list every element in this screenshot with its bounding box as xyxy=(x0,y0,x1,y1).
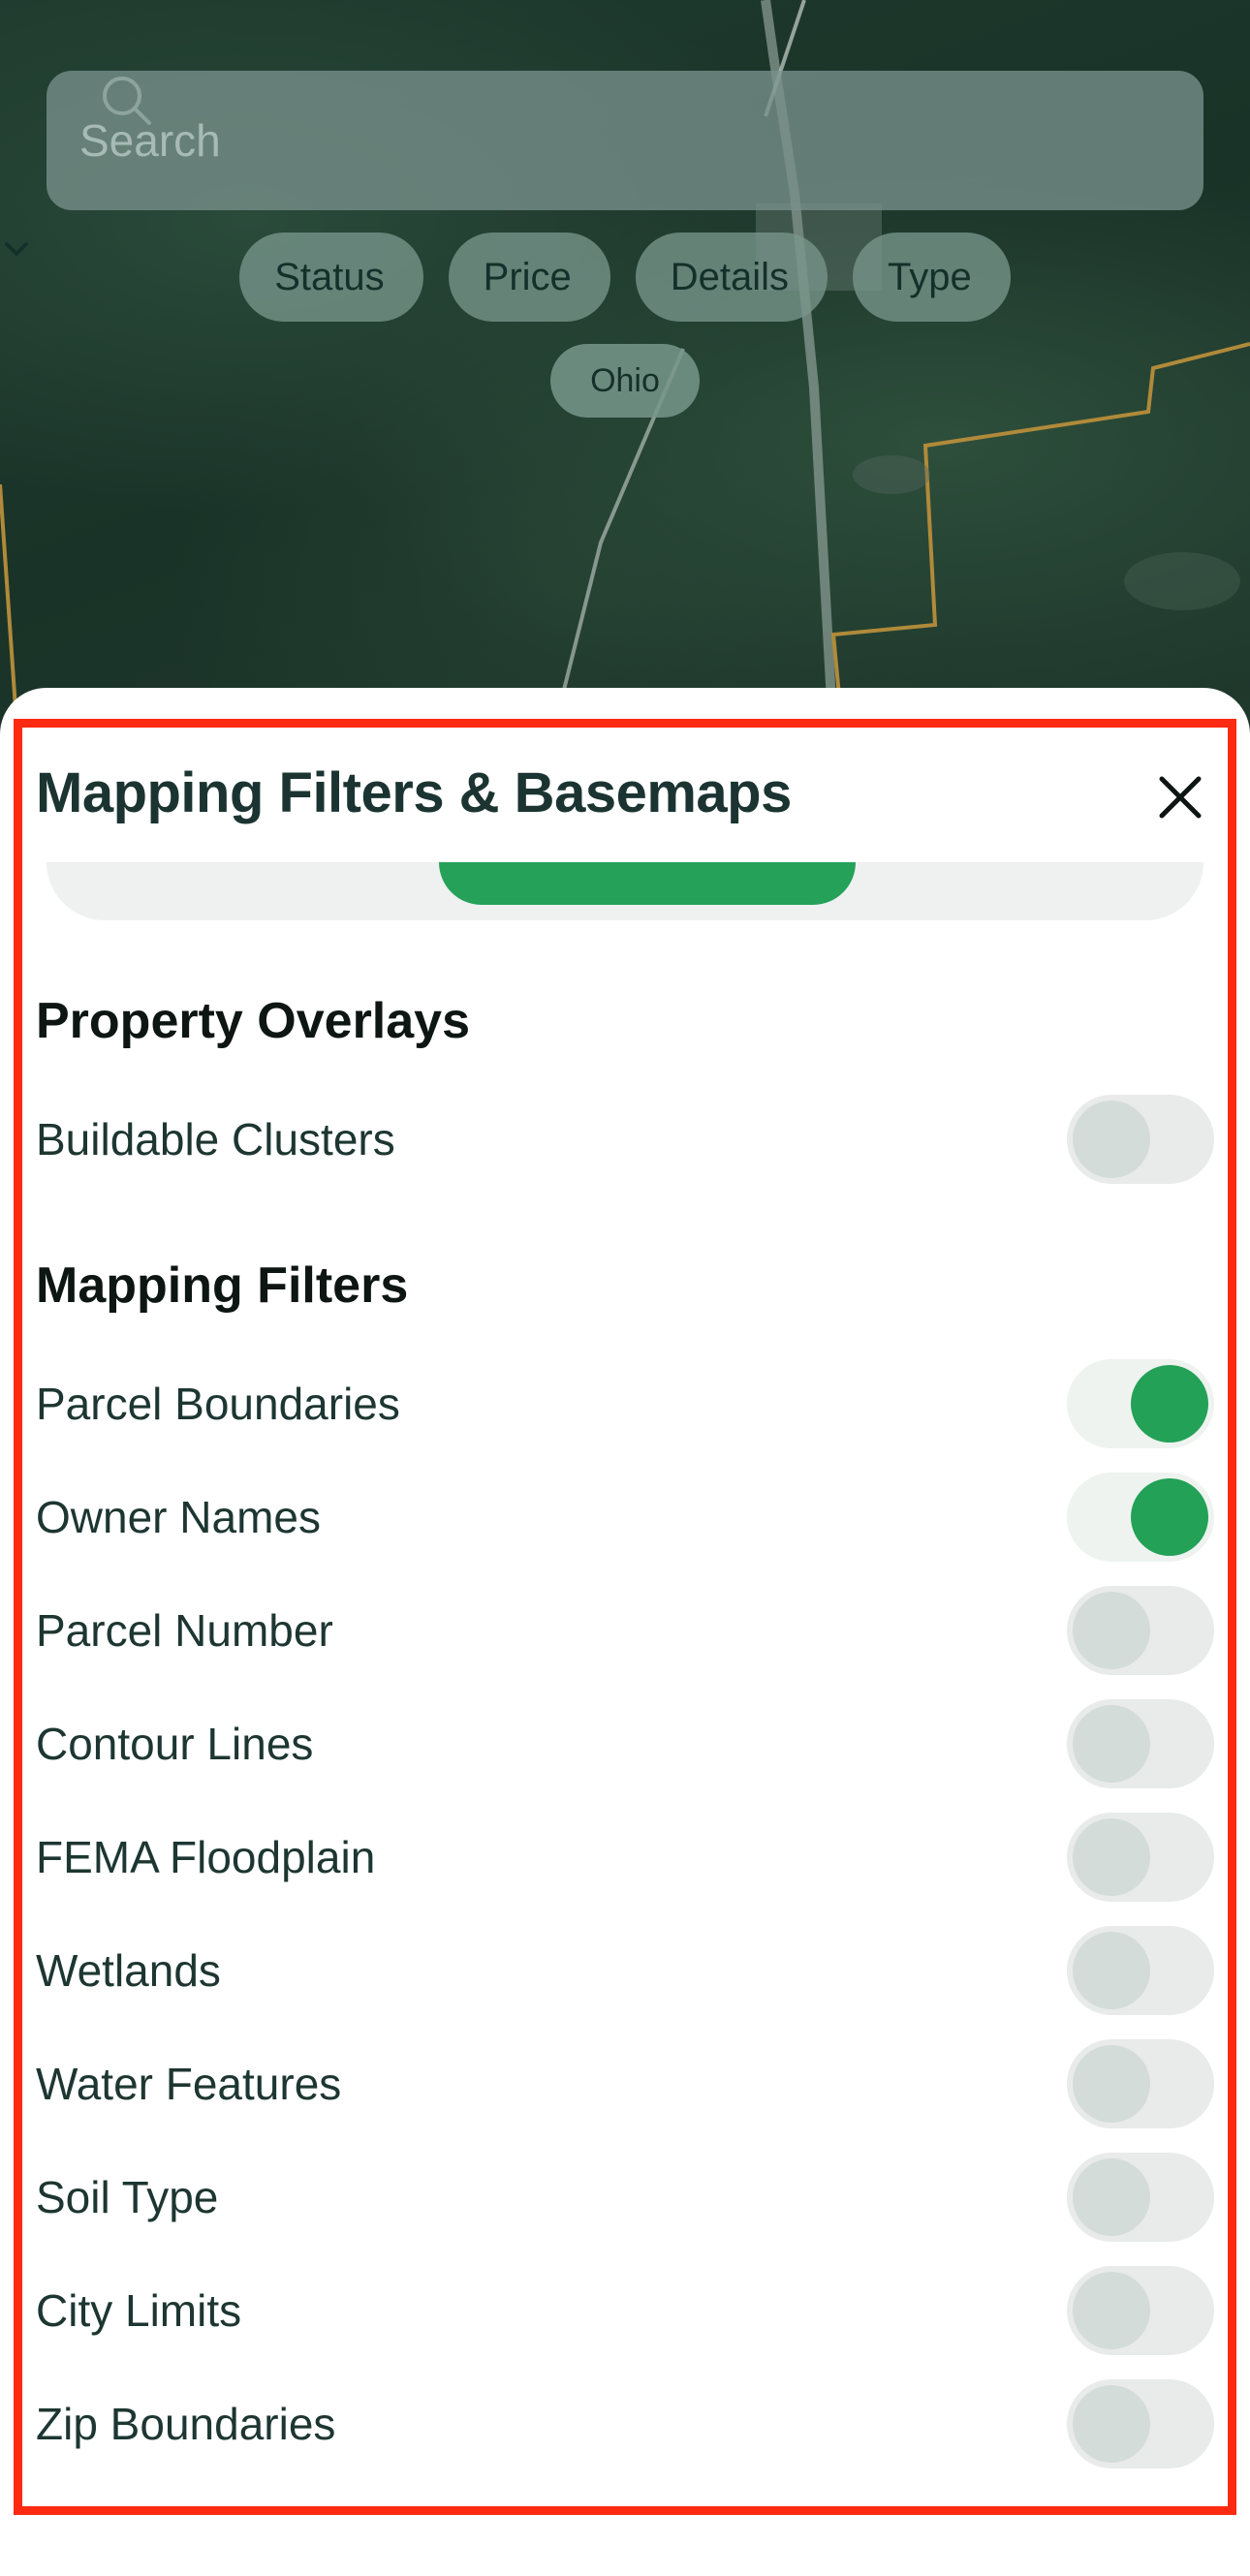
region-chip-label: Ohio xyxy=(590,361,660,399)
basemap-segmented-control[interactable] xyxy=(47,862,1203,920)
sheet-title: Mapping Filters & Basemaps xyxy=(36,761,792,824)
filter-row-owner-names: Owner Names xyxy=(36,1471,1214,1564)
map-view[interactable]: Status Price Details Type Ohio xyxy=(0,0,1250,736)
owner-names-toggle[interactable] xyxy=(1067,1473,1214,1562)
zip-boundaries-toggle[interactable] xyxy=(1067,2379,1214,2468)
parcel-number-toggle[interactable] xyxy=(1067,1586,1214,1675)
toggle-knob xyxy=(1073,1592,1150,1669)
search-input[interactable] xyxy=(78,113,1050,168)
toggle-knob xyxy=(1073,1818,1150,1896)
wetlands-toggle[interactable] xyxy=(1067,1926,1214,2015)
filter-row-water-features: Water Features xyxy=(36,2037,1214,2130)
close-icon xyxy=(1159,776,1202,819)
row-label: Parcel Boundaries xyxy=(36,1379,400,1429)
mapping-filters-heading: Mapping Filters xyxy=(36,1257,409,1314)
chevron-down-icon xyxy=(5,242,28,256)
toggle-knob xyxy=(1131,1365,1208,1443)
search-icon xyxy=(103,77,151,125)
row-label: Wetlands xyxy=(36,1945,221,1996)
price-filter-chip[interactable]: Price xyxy=(5,233,610,322)
toggle-knob xyxy=(1073,2045,1150,2123)
row-label: Parcel Number xyxy=(36,1605,333,1656)
water-features-toggle[interactable] xyxy=(1067,2039,1214,2128)
chip-label: Details xyxy=(670,255,790,298)
filter-row-wetlands: Wetlands xyxy=(36,1924,1214,2017)
filter-row-parcel-boundaries: Parcel Boundaries xyxy=(36,1357,1214,1450)
filter-row-contour-lines: Contour Lines xyxy=(36,1697,1214,1790)
parcel-boundaries-toggle[interactable] xyxy=(1067,1359,1214,1448)
row-label: Buildable Clusters xyxy=(36,1114,395,1164)
row-label: Water Features xyxy=(36,2059,342,2109)
chip-label: Type xyxy=(888,255,972,298)
toggle-knob xyxy=(1073,2385,1150,2463)
filter-row-soil-type: Soil Type xyxy=(36,2151,1214,2244)
status-filter-chip[interactable]: Status xyxy=(5,233,423,322)
chip-label: Price xyxy=(483,255,572,298)
filter-chips: Status Price Details Type xyxy=(0,233,1250,322)
row-label: Zip Boundaries xyxy=(36,2399,336,2449)
contour-lines-toggle[interactable] xyxy=(1067,1699,1214,1788)
city-limits-toggle[interactable] xyxy=(1067,2266,1214,2355)
buildable-clusters-toggle[interactable] xyxy=(1067,1095,1214,1184)
soil-type-toggle[interactable] xyxy=(1067,2153,1214,2242)
row-label: Owner Names xyxy=(36,1492,321,1542)
overlay-row-buildable-clusters: Buildable Clusters xyxy=(36,1093,1214,1186)
row-label: City Limits xyxy=(36,2285,242,2336)
fema-floodplain-toggle[interactable] xyxy=(1067,1813,1214,1902)
toggle-knob xyxy=(1131,1478,1208,1556)
property-overlays-heading: Property Overlays xyxy=(36,993,471,1049)
chip-label: Status xyxy=(274,255,385,298)
toggle-knob xyxy=(1073,2158,1150,2236)
close-button[interactable] xyxy=(1148,765,1212,829)
row-label: Soil Type xyxy=(36,2172,219,2222)
filter-row-fema-floodplain: FEMA Floodplain xyxy=(36,1811,1214,1904)
search-bar[interactable] xyxy=(47,71,1203,210)
filter-row-parcel-number: Parcel Number xyxy=(36,1584,1214,1677)
toggle-knob xyxy=(1073,1101,1150,1178)
type-filter-chip[interactable]: Type xyxy=(5,233,1011,322)
toggle-knob xyxy=(1073,2272,1150,2349)
details-filter-chip[interactable]: Details xyxy=(5,233,828,322)
segment-active-indicator xyxy=(439,862,856,905)
filter-row-city-limits: City Limits xyxy=(36,2264,1214,2357)
toggle-knob xyxy=(1073,1932,1150,2009)
filter-row-zip-boundaries: Zip Boundaries xyxy=(36,2377,1214,2470)
row-label: Contour Lines xyxy=(36,1719,314,1769)
toggle-knob xyxy=(1073,1705,1150,1783)
row-label: FEMA Floodplain xyxy=(36,1832,376,1882)
region-chip[interactable]: Ohio xyxy=(550,344,700,418)
